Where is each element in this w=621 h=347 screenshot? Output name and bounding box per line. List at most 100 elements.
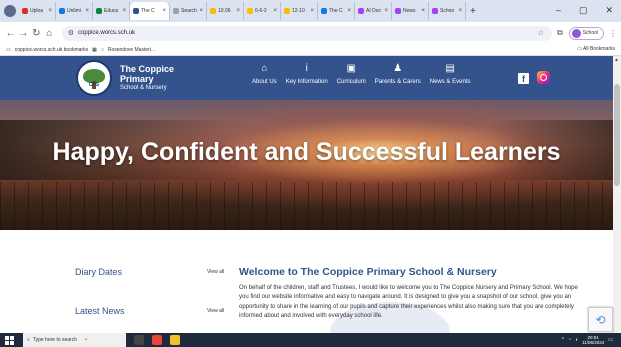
bookmark-star-icon[interactable]: ☆ xyxy=(538,29,544,37)
tab-title: Unlimi xyxy=(67,8,81,14)
browser-tab[interactable]: News × xyxy=(392,2,429,20)
bookmark-item[interactable]: Rosendove Masteri... xyxy=(108,47,155,53)
nav-item-key-information[interactable]: i Key Information xyxy=(286,62,328,85)
diary-view-all-link[interactable]: View all xyxy=(207,269,224,275)
windows-taskbar: ⌕ Type here to search ✦ ^ ◔ ◖ 20:51 11/0… xyxy=(0,333,621,347)
nav-label: Key Information xyxy=(285,79,328,85)
tab-title: News xyxy=(403,8,416,14)
diary-dates-heading[interactable]: Diary Dates xyxy=(75,267,122,277)
site-info-icon[interactable]: ⚙ xyxy=(68,29,74,37)
person-icon: ♟ xyxy=(393,63,403,74)
tab-title: Schoo xyxy=(440,8,455,14)
file-explorer-icon[interactable] xyxy=(170,335,180,345)
tab-close-icon[interactable]: × xyxy=(162,8,166,14)
address-bar[interactable]: ⚙ coppice.worcs.sch.uk ☆ xyxy=(61,25,552,41)
tab-favicon-icon xyxy=(395,8,401,14)
scrollbar-thumb[interactable] xyxy=(614,84,620,186)
browser-tab[interactable]: 6-6-2 × xyxy=(244,2,281,20)
new-tab-button[interactable]: + xyxy=(470,6,476,17)
tab-title: The C xyxy=(329,8,343,14)
tab-close-icon[interactable]: × xyxy=(199,8,203,14)
clock[interactable]: 20:51 11/06/2024 xyxy=(582,335,604,345)
all-bookmarks-button[interactable]: ▭ All Bookmarks xyxy=(577,46,615,52)
scroll-up-icon[interactable]: ▲ xyxy=(614,57,619,63)
page-scrollbar[interactable]: ▲ xyxy=(613,56,621,333)
home-icon[interactable]: ⌂ xyxy=(43,28,56,39)
address-toolbar: ← → ↻ ⌂ ⚙ coppice.worcs.sch.uk ☆ ⧉ Schoo… xyxy=(0,22,621,44)
nav-item-news-events[interactable]: ▤ News & Events xyxy=(430,62,471,85)
tab-close-icon[interactable]: × xyxy=(85,8,89,14)
tab-close-icon[interactable]: × xyxy=(273,8,277,14)
logo-text: CPS xyxy=(88,82,100,88)
tab-close-icon[interactable]: × xyxy=(122,8,126,14)
tab-title: 12-10 xyxy=(292,8,305,14)
maximize-button[interactable]: ▢ xyxy=(579,5,588,16)
news-view-all-link[interactable]: View all xyxy=(207,308,224,314)
volume-icon[interactable]: ◖ xyxy=(575,337,578,343)
tab-close-icon[interactable]: × xyxy=(236,8,240,14)
school-name[interactable]: The Coppice Primary School & Nursery xyxy=(120,64,174,92)
browser-tab[interactable]: The C × xyxy=(130,2,170,20)
windows-start-icon[interactable] xyxy=(5,335,14,345)
tab-close-icon[interactable]: × xyxy=(421,8,425,14)
widget-icon[interactable]: ✦ xyxy=(84,337,88,343)
calendar-icon: ▤ xyxy=(445,63,455,74)
nav-label: Parents & Carers xyxy=(374,79,421,85)
hero-banner: Happy, Confident and Successful Learners xyxy=(0,100,613,230)
tab-close-icon[interactable]: × xyxy=(347,8,351,14)
browser-tab[interactable]: AI Doc × xyxy=(355,2,392,20)
network-icon[interactable]: ◔ xyxy=(568,337,571,343)
tab-close-icon[interactable]: × xyxy=(384,8,388,14)
browser-menu-icon[interactable]: ⋮ xyxy=(609,29,617,38)
forward-arrow-icon[interactable]: → xyxy=(17,28,30,39)
nav-item-parents-carers[interactable]: ♟ Parents & Carers xyxy=(375,62,421,85)
browser-tab[interactable]: 12-10 × xyxy=(281,2,318,20)
tray-chevron-icon[interactable]: ^ xyxy=(562,337,564,343)
tab-favicon-icon xyxy=(247,8,253,14)
notifications-icon[interactable]: ▭ xyxy=(608,337,613,343)
recaptcha-badge[interactable]: ⟲ xyxy=(588,307,613,332)
tab-close-icon[interactable]: × xyxy=(458,8,462,14)
browser-tab[interactable]: Search × xyxy=(170,2,207,20)
profile-label: School xyxy=(582,30,598,36)
nav-item-about-us[interactable]: ⌂ About Us xyxy=(252,62,277,85)
folder-icon: ▭ xyxy=(6,46,11,53)
tab-favicon-icon xyxy=(284,8,290,14)
reload-icon[interactable]: ↻ xyxy=(30,28,43,39)
browser-tab[interactable]: Educa × xyxy=(93,2,130,20)
school-logo[interactable]: CPS xyxy=(76,60,112,96)
bookmarks-label[interactable]: coppice.worcs.sch.uk bookmarks xyxy=(15,47,88,53)
browser-tab[interactable]: Uploa × xyxy=(19,2,56,20)
profile-button[interactable]: School xyxy=(568,26,604,40)
browser-tab[interactable]: 10.06 × xyxy=(207,2,244,20)
tab-close-icon[interactable]: × xyxy=(310,8,314,14)
chrome-taskbar-icon[interactable] xyxy=(152,335,162,345)
tab-title: AI Doc xyxy=(366,8,382,14)
facebook-icon[interactable]: f xyxy=(518,73,529,84)
info-icon: i xyxy=(305,63,308,74)
tab-favicon-icon xyxy=(22,8,28,14)
tab-favicon-icon xyxy=(432,8,438,14)
back-arrow-icon[interactable]: ← xyxy=(4,28,17,39)
tab-search-button[interactable] xyxy=(4,5,16,17)
task-view-icon[interactable] xyxy=(134,335,144,345)
taskbar-search-placeholder: Type here to search xyxy=(32,337,78,343)
taskbar-search-box[interactable]: ⌕ Type here to search ✦ xyxy=(23,333,126,347)
instagram-icon[interactable] xyxy=(537,71,550,84)
apps-grid-icon[interactable]: ▦ xyxy=(92,47,97,53)
school-name-line3: School & Nursery xyxy=(120,85,167,91)
close-window-button[interactable]: ✕ xyxy=(605,5,613,16)
extensions-icon[interactable]: ⧉ xyxy=(557,28,563,38)
nav-item-curriculum[interactable]: ▣ Curriculum xyxy=(337,62,366,85)
tab-title: The C xyxy=(141,8,155,14)
tab-title: Educa xyxy=(104,8,119,14)
tab-title: Uploa xyxy=(30,8,44,14)
nav-label: Curriculum xyxy=(336,79,366,85)
minimize-button[interactable]: – xyxy=(556,5,561,16)
browser-tab[interactable]: The C × xyxy=(318,2,355,20)
latest-news-heading[interactable]: Latest News xyxy=(75,306,125,316)
tab-close-icon[interactable]: × xyxy=(48,8,52,14)
system-tray: ^ ◔ ◖ 20:51 11/06/2024 ▭ xyxy=(562,335,613,345)
browser-tab[interactable]: Unlimi × xyxy=(56,2,93,20)
browser-tab[interactable]: Schoo × xyxy=(429,2,466,20)
